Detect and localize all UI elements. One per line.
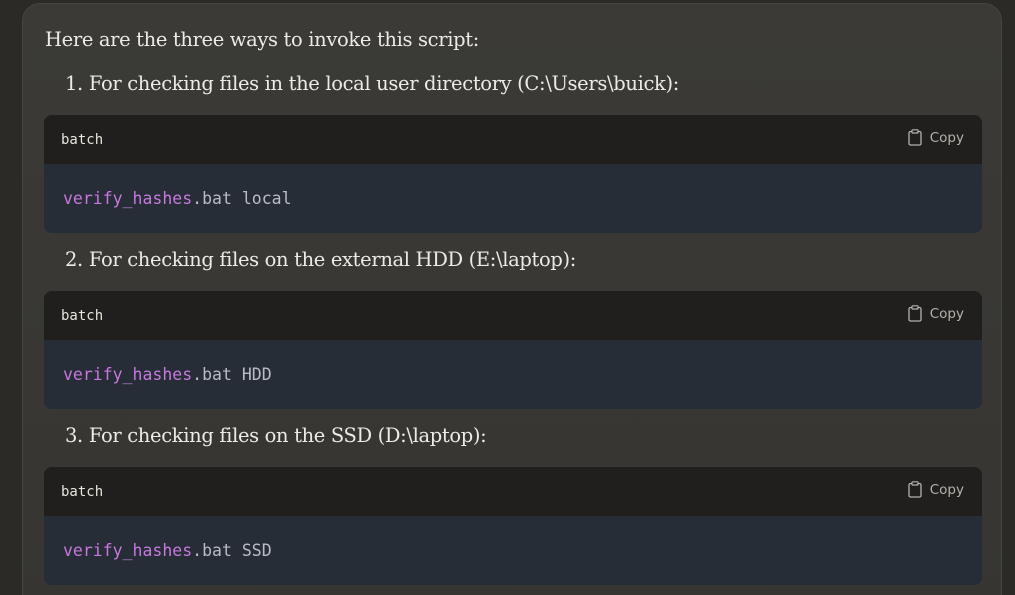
copy-button[interactable]: Copy [908, 129, 964, 146]
code-header: batch Copy [44, 291, 982, 340]
code-block-3: batch Copy verify_hashes.bat SSD [44, 467, 982, 585]
code-language-label: batch [61, 308, 104, 324]
clipboard-icon [908, 481, 922, 498]
code-line: verify_hashes.bat HDD [63, 364, 272, 386]
code-extension: .bat [192, 365, 232, 384]
code-block-1: batch Copy verify_hashes.bat local [44, 115, 982, 233]
step-2: 2. For checking files on the external HDD… [65, 247, 576, 273]
clipboard-icon [908, 305, 922, 322]
step-3: 3. For checking files on the SSD (D:\lapt… [65, 423, 487, 449]
copy-button[interactable]: Copy [908, 305, 964, 322]
code-header: batch Copy [44, 467, 982, 516]
code-language-label: batch [61, 484, 104, 500]
code-command: verify_hashes [63, 541, 193, 560]
step-number: 1. [65, 72, 83, 95]
intro-text: Here are the three ways to invoke this s… [45, 28, 479, 51]
code-argument: local [241, 189, 292, 208]
code-body: verify_hashes.bat local [44, 164, 982, 233]
step-number: 2. [65, 248, 83, 271]
step-text: For checking files on the external HDD (… [88, 248, 576, 271]
code-extension: .bat [192, 541, 232, 560]
code-body: verify_hashes.bat SSD [44, 516, 982, 585]
copy-label: Copy [929, 481, 964, 498]
copy-button[interactable]: Copy [908, 481, 964, 498]
copy-label: Copy [929, 129, 964, 146]
code-line: verify_hashes.bat local [63, 188, 292, 210]
code-header: batch Copy [44, 115, 982, 164]
step-1: 1. For checking files in the local user d… [65, 71, 679, 97]
code-command: verify_hashes [63, 365, 193, 384]
code-language-label: batch [61, 132, 104, 148]
step-text: For checking files in the local user dir… [88, 72, 679, 95]
code-line: verify_hashes.bat SSD [63, 540, 272, 562]
step-text: For checking files on the SSD (D:\laptop… [88, 424, 487, 447]
code-argument: SSD [241, 541, 272, 560]
chat-page: Here are the three ways to invoke this s… [0, 0, 1015, 595]
code-argument: HDD [241, 365, 272, 384]
copy-label: Copy [929, 305, 964, 322]
code-extension: .bat [192, 189, 232, 208]
code-body: verify_hashes.bat HDD [44, 340, 982, 409]
step-number: 3. [65, 424, 83, 447]
clipboard-icon [908, 129, 922, 146]
code-command: verify_hashes [63, 189, 193, 208]
code-block-2: batch Copy verify_hashes.bat HDD [44, 291, 982, 409]
